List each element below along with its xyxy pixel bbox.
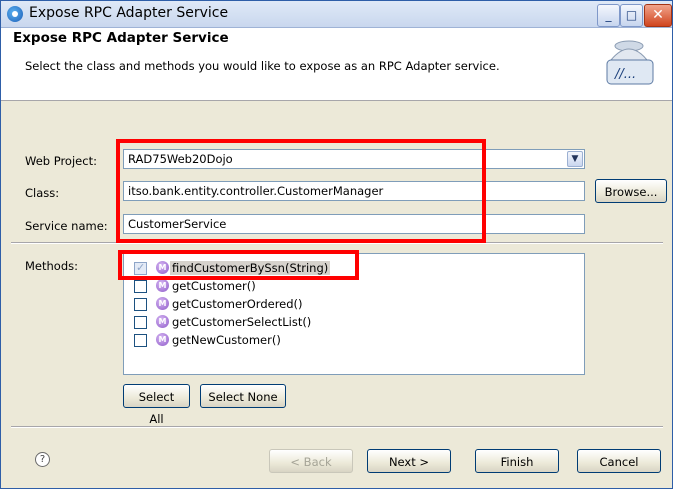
method-icon: M [156,279,169,292]
class-field[interactable]: itso.bank.entity.controller.CustomerMana… [123,181,585,201]
chevron-down-icon[interactable]: ▼ [567,151,583,167]
method-icon: M [156,333,169,346]
web-project-combo[interactable]: RAD75Web20Dojo ▼ [123,149,585,169]
close-button[interactable]: ✕ [644,4,672,27]
banner-art-text: //... [614,67,636,82]
form-separator [11,242,663,244]
class-label: Class: [25,186,60,200]
service-name-label: Service name: [25,219,108,233]
method-name: getCustomer() [172,279,256,293]
minimize-button[interactable]: _ [597,4,620,27]
select-none-button[interactable]: Select None [200,384,286,408]
method-name: getCustomerOrdered() [172,297,303,311]
class-value: itso.bank.entity.controller.CustomerMana… [128,184,384,198]
service-bell-icon: //... [606,40,654,85]
title-bar[interactable]: Expose RPC Adapter Service _ □ ✕ [1,1,672,28]
window-title: Expose RPC Adapter Service [29,5,229,21]
method-icon: M [156,261,169,274]
footer-separator [11,426,663,428]
wizard-title: Expose RPC Adapter Service [13,30,229,46]
method-checkbox[interactable] [134,280,147,293]
method-name: getCustomerSelectList() [172,315,312,329]
method-icon: M [156,297,169,310]
service-name-value: CustomerService [128,217,227,231]
help-icon[interactable]: ? [35,452,50,467]
methods-label: Methods: [25,259,78,273]
browse-button[interactable]: Browse... [595,179,667,203]
method-checkbox[interactable] [134,261,147,275]
next-button[interactable]: Next > [367,449,451,473]
back-button[interactable]: < Back [269,449,353,473]
method-name: findCustomerBySsn(String) [170,261,331,275]
method-checkbox[interactable] [134,316,147,329]
service-name-field[interactable]: CustomerService [123,214,585,234]
dialog-window: Expose RPC Adapter Service _ □ ✕ Expose … [0,0,673,489]
method-icon: M [156,315,169,328]
web-project-label: Web Project: [25,154,97,168]
maximize-button[interactable]: □ [620,4,643,27]
method-checkbox[interactable] [134,334,147,347]
cancel-button[interactable]: Cancel [577,449,661,473]
select-all-button[interactable]: Select All [123,384,190,426]
method-name: getNewCustomer() [172,333,281,347]
methods-list[interactable]: M findCustomerBySsn(String) M getCustome… [123,253,585,375]
web-project-value: RAD75Web20Dojo [128,152,233,166]
finish-button[interactable]: Finish [475,449,559,473]
wizard-description: Select the class and methods you would l… [25,59,500,73]
rpc-service-icon [7,6,23,22]
method-checkbox[interactable] [134,298,147,311]
